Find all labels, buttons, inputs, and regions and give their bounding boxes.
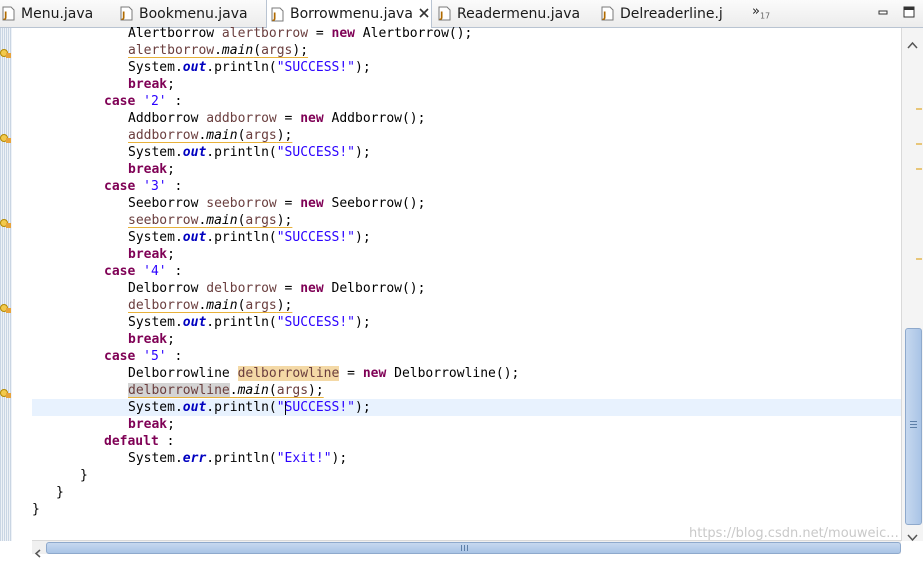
- code-line: case '3' :: [104, 179, 183, 194]
- code-line: break;: [128, 247, 175, 262]
- code-line: default :: [104, 434, 175, 449]
- scroll-left-icon[interactable]: [34, 543, 42, 558]
- code-line: break;: [128, 162, 175, 177]
- maximize-icon[interactable]: [903, 3, 915, 18]
- overview-warning-mark[interactable]: [916, 258, 922, 260]
- code-line: System.err.println("Exit!");: [128, 451, 348, 466]
- close-icon[interactable]: [419, 7, 429, 22]
- code-line: break;: [128, 332, 175, 347]
- code-line: delborrowline.main(args);: [128, 383, 324, 398]
- warning-marker-icon[interactable]: [0, 214, 12, 228]
- grip-icon: [910, 421, 917, 428]
- java-file-icon: J: [601, 6, 614, 21]
- code-line: System.out.println("SUCCESS!");: [128, 60, 371, 75]
- code-line: addborrow.main(args);: [128, 128, 293, 143]
- code-line-current: System.out.println("SUCCESS!");: [32, 399, 901, 416]
- code-line: break;: [128, 417, 175, 432]
- java-file-icon: J: [2, 6, 15, 21]
- scroll-down-icon[interactable]: [907, 527, 918, 542]
- overview-warning-mark[interactable]: [916, 143, 922, 145]
- code-line: seeborrow.main(args);: [128, 213, 293, 228]
- code-line: }: [32, 502, 40, 517]
- editor-tab-bar: J Menu.java J Bookmenu.java J Borrowmenu…: [0, 0, 923, 28]
- svg-text:J: J: [3, 11, 7, 21]
- code-line: }: [80, 468, 88, 483]
- tab-menu-java[interactable]: J Menu.java: [2, 0, 93, 27]
- svg-text:J: J: [439, 11, 443, 21]
- warning-marker-icon[interactable]: [0, 384, 12, 398]
- code-line: Delborrow delborrow = new Delborrow();: [128, 281, 426, 296]
- java-file-icon: J: [438, 6, 451, 21]
- warning-marker-icon[interactable]: [0, 44, 12, 58]
- grip-icon: [461, 545, 468, 551]
- java-file-icon: J: [271, 7, 284, 22]
- hidden-tab-count: 17: [759, 11, 771, 21]
- code-line: delborrow.main(args);: [128, 298, 293, 313]
- svg-text:J: J: [602, 11, 606, 21]
- code-line: Addborrow addborrow = new Addborrow();: [128, 111, 426, 126]
- code-line: System.out.println("SUCCESS!");: [128, 145, 371, 160]
- java-file-icon: J: [120, 6, 133, 21]
- chevron-double-right-icon: »: [752, 4, 760, 19]
- annotation-ruler: [0, 28, 12, 541]
- code-line: case '5' :: [104, 349, 183, 364]
- minimize-icon[interactable]: [877, 3, 889, 15]
- tab-label: Readermenu.java: [457, 5, 581, 22]
- code-line: break;: [128, 77, 175, 92]
- code-line: Alertborrow alertborrow = new Alertborro…: [128, 26, 473, 41]
- scroll-up-icon[interactable]: [907, 34, 918, 49]
- scrollbar-thumb[interactable]: [46, 542, 901, 554]
- code-line: Seeborrow seeborrow = new Seeborrow();: [128, 196, 426, 211]
- tab-label: Menu.java: [21, 5, 94, 22]
- horizontal-scrollbar[interactable]: [32, 540, 901, 558]
- code-line: case '4' :: [104, 264, 183, 279]
- code-line: }: [56, 485, 64, 500]
- overview-warning-mark[interactable]: [916, 108, 922, 110]
- tab-borrowmenu-java[interactable]: J Borrowmenu.java: [266, 0, 432, 28]
- code-line: Delborrowline delborrowline = new Delbor…: [128, 366, 520, 381]
- tab-label: Borrowmenu.java: [290, 6, 413, 22]
- overview-warning-mark[interactable]: [916, 168, 922, 170]
- warning-marker-icon[interactable]: [0, 129, 12, 143]
- svg-text:J: J: [121, 11, 125, 21]
- svg-text:J: J: [272, 12, 276, 22]
- tab-delreaderline-java[interactable]: J Delreaderline.j: [601, 0, 723, 27]
- code-line: alertborrow.main(args);: [128, 43, 309, 58]
- scrollbar-thumb[interactable]: [905, 328, 922, 525]
- code-line: case '2' :: [104, 94, 183, 109]
- tab-label: Bookmenu.java: [139, 5, 248, 22]
- warning-marker-icon[interactable]: [0, 299, 12, 313]
- tab-overflow-button[interactable]: »17: [752, 4, 770, 21]
- tab-readermenu-java[interactable]: J Readermenu.java: [438, 0, 580, 27]
- vertical-scrollbar[interactable]: [901, 28, 923, 542]
- code-editor[interactable]: Alertborrow alertborrow = new Alertborro…: [0, 26, 923, 558]
- code-line: System.out.println("SUCCESS!");: [128, 315, 371, 330]
- line-gutter: [12, 28, 32, 541]
- code-line: System.out.println("SUCCESS!");: [128, 230, 371, 245]
- tab-label: Delreaderline.j: [620, 5, 723, 22]
- watermark: https://blog.csdn.net/mouweic...: [689, 526, 899, 541]
- tab-bookmenu-java[interactable]: J Bookmenu.java: [120, 0, 248, 27]
